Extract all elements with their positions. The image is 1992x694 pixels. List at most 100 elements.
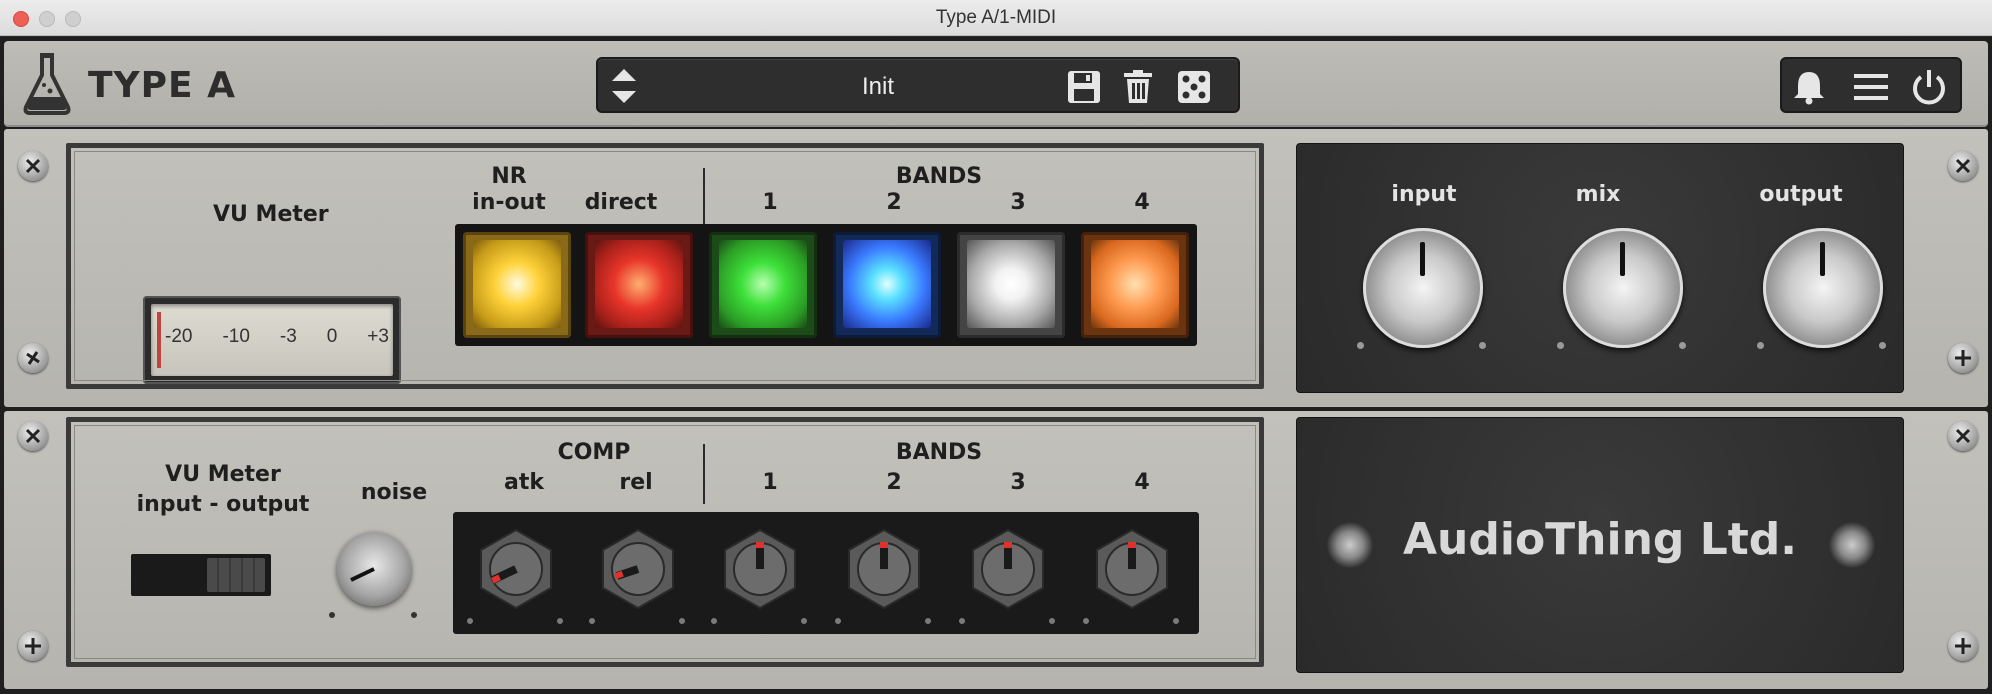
- knob-min-dot: [711, 618, 717, 624]
- band-number: 2: [886, 190, 902, 215]
- screw-icon: [18, 421, 48, 451]
- plugin-surface: TYPE A Init VU Meter -20 -10 -3 0 +3 NR …: [0, 37, 1992, 694]
- dynamics-panel: VU Meter input - output noise COMP atk r…: [66, 417, 1264, 667]
- bands-label: BANDS: [895, 440, 983, 465]
- band-number: 1: [762, 470, 778, 495]
- knob-max-dot: [925, 618, 931, 624]
- vu-scale-tick: -20: [165, 326, 193, 347]
- band-number: 3: [1010, 190, 1026, 215]
- knob-min-dot: [329, 612, 335, 618]
- screw-icon: [1948, 151, 1978, 181]
- knob-min-dot: [1757, 342, 1764, 349]
- knob-max-dot: [1879, 342, 1886, 349]
- band-button-strip: [455, 224, 1197, 346]
- knob-max-dot: [1049, 618, 1055, 624]
- preset-bar: Init: [596, 57, 1240, 113]
- band-3-knob[interactable]: [965, 526, 1051, 612]
- band-3-button[interactable]: [957, 232, 1065, 338]
- section-divider: [703, 444, 705, 504]
- vu-meter-label: VU Meter: [213, 202, 329, 227]
- vu-source-label: input - output: [136, 492, 310, 517]
- plugin-header: TYPE A Init: [4, 41, 1988, 127]
- comp-knob-strip: [453, 512, 1199, 634]
- bands-label: BANDS: [895, 164, 983, 189]
- band-2-button[interactable]: [833, 232, 941, 338]
- module-row-2: VU Meter input - output noise COMP atk r…: [4, 411, 1988, 689]
- module-row-1: VU Meter -20 -10 -3 0 +3 NR in-out direc…: [4, 129, 1988, 407]
- save-icon[interactable]: [1066, 69, 1102, 105]
- screw-icon: [18, 151, 48, 181]
- filter-panel: VU Meter -20 -10 -3 0 +3 NR in-out direc…: [66, 143, 1264, 389]
- power-icon[interactable]: [1910, 68, 1948, 106]
- nr-in-out-button[interactable]: [463, 232, 571, 338]
- band-2-knob[interactable]: [841, 526, 927, 612]
- knob-max-dot: [411, 612, 417, 618]
- mix-knob-label: mix: [1575, 182, 1621, 207]
- trash-icon[interactable]: [1120, 69, 1156, 105]
- nr-in-out-label: in-out: [472, 190, 546, 215]
- output-knob[interactable]: [1763, 228, 1883, 348]
- vu-meter-face: -20 -10 -3 0 +3: [151, 304, 393, 376]
- knob-max-dot: [1679, 342, 1686, 349]
- knob-min-dot: [959, 618, 965, 624]
- screw-icon: [18, 343, 48, 373]
- band-number: 4: [1134, 470, 1150, 495]
- band-number: 1: [762, 190, 778, 215]
- vu-scale-tick: +3: [367, 326, 389, 347]
- knob-min-dot: [1083, 618, 1089, 624]
- mix-knob[interactable]: [1563, 228, 1683, 348]
- release-label: rel: [619, 470, 653, 495]
- screw-icon: [1948, 631, 1978, 661]
- company-name: AudioThing Ltd.: [1402, 514, 1798, 565]
- knob-min-dot: [1357, 342, 1364, 349]
- knob-min-dot: [589, 618, 595, 624]
- band-1-knob[interactable]: [717, 526, 803, 612]
- output-controls-panel: input mix output: [1296, 143, 1904, 393]
- band-4-button[interactable]: [1081, 232, 1189, 338]
- bell-icon[interactable]: [1790, 68, 1828, 106]
- section-divider: [703, 168, 705, 224]
- knob-min-dot: [467, 618, 473, 624]
- dice-icon[interactable]: [1176, 69, 1212, 105]
- screw-icon: [1948, 343, 1978, 373]
- vu-scale-tick: 0: [326, 326, 338, 347]
- band-1-button[interactable]: [709, 232, 817, 338]
- knob-max-dot: [557, 618, 563, 624]
- screw-icon: [18, 631, 48, 661]
- release-knob[interactable]: [595, 526, 681, 612]
- vu-meter-label: VU Meter: [165, 462, 281, 487]
- noise-knob-label: noise: [360, 480, 428, 505]
- input-knob-label: input: [1391, 182, 1457, 207]
- direct-button[interactable]: [585, 232, 693, 338]
- flask-logo-icon: [23, 53, 71, 115]
- noise-knob[interactable]: [337, 532, 411, 606]
- nr-label: NR: [491, 164, 527, 189]
- band-number: 3: [1010, 470, 1026, 495]
- up-down-arrows-icon[interactable]: [610, 65, 638, 107]
- attack-label: atk: [504, 470, 544, 495]
- brand-plate: AudioThing Ltd.: [1296, 417, 1904, 673]
- plugin-brand-title: TYPE A: [88, 65, 236, 106]
- output-knob-label: output: [1759, 182, 1843, 207]
- vu-source-toggle[interactable]: [131, 554, 271, 596]
- vu-scale: -20 -10 -3 0 +3: [165, 326, 389, 348]
- knob-max-dot: [1173, 618, 1179, 624]
- vu-meter: -20 -10 -3 0 +3: [143, 296, 401, 384]
- window-titlebar: Type A/1-MIDI: [0, 0, 1992, 36]
- knob-min-dot: [835, 618, 841, 624]
- knob-max-dot: [801, 618, 807, 624]
- attack-knob[interactable]: [473, 526, 559, 612]
- menu-icon[interactable]: [1852, 68, 1890, 106]
- vu-red-marker: [157, 312, 161, 368]
- band-number: 4: [1134, 190, 1150, 215]
- preset-name[interactable]: Init: [658, 73, 1098, 101]
- knob-max-dot: [679, 618, 685, 624]
- knob-max-dot: [1479, 342, 1486, 349]
- window-title: Type A/1-MIDI: [935, 7, 1057, 28]
- direct-label: direct: [584, 190, 658, 215]
- vu-scale-tick: -3: [279, 326, 297, 347]
- band-4-knob[interactable]: [1089, 526, 1175, 612]
- input-knob[interactable]: [1363, 228, 1483, 348]
- band-number: 2: [886, 470, 902, 495]
- screw-icon: [1948, 421, 1978, 451]
